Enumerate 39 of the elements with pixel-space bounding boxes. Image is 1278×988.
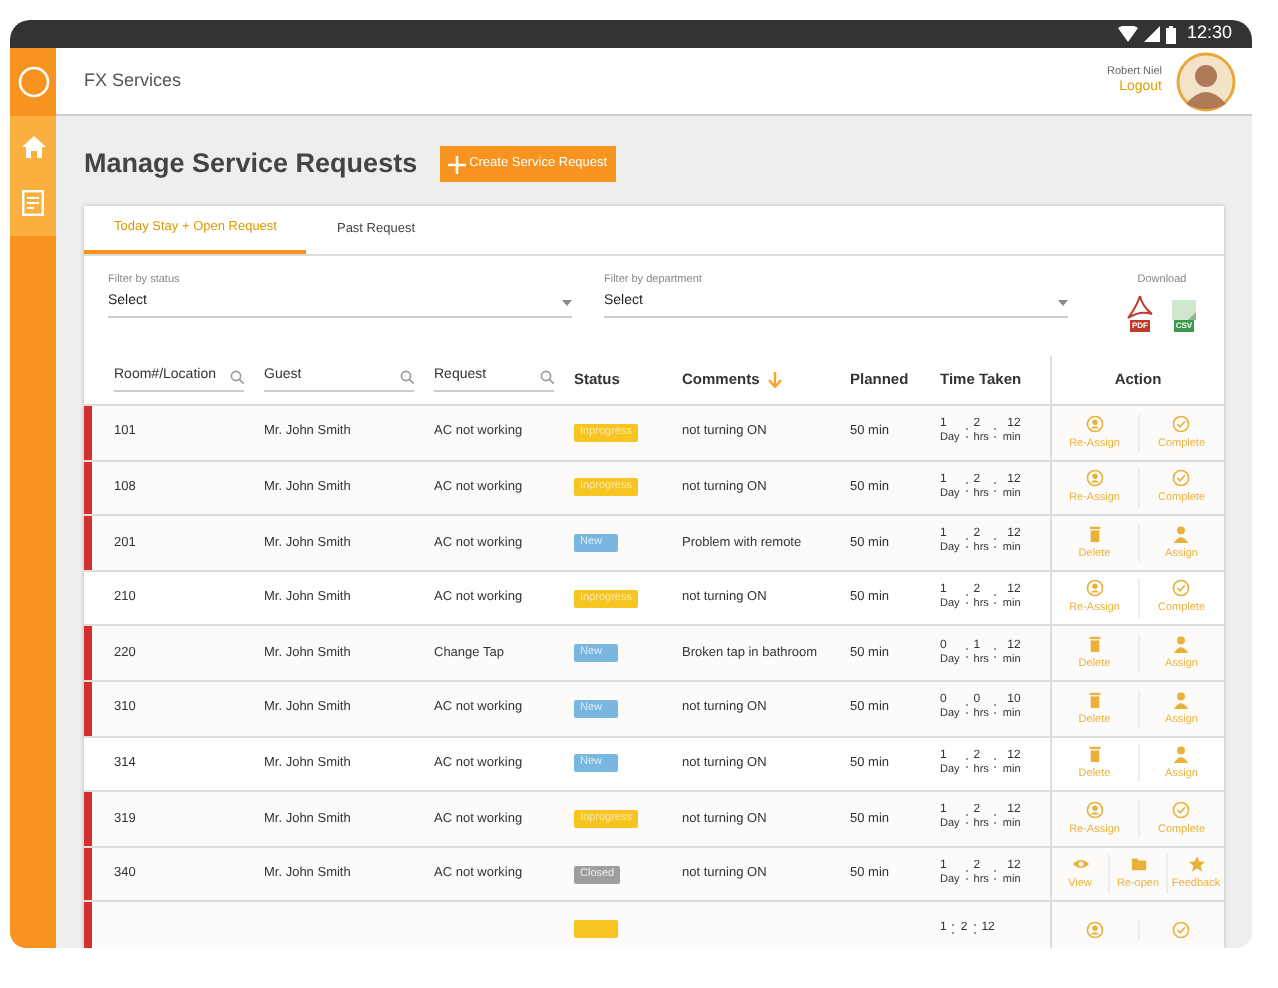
complete-icon [1172, 578, 1191, 599]
assign-icon [1172, 744, 1191, 765]
reassign-icon [1085, 413, 1104, 434]
complete-icon [1172, 919, 1191, 940]
avatar[interactable] [1176, 51, 1236, 111]
reassign-icon [1085, 578, 1104, 599]
search-icon [400, 369, 414, 383]
reassign-icon [1085, 799, 1104, 820]
reassign-icon [1085, 468, 1104, 489]
reassign-icon [1085, 919, 1104, 940]
delete-icon [1085, 523, 1104, 544]
battery-icon [1166, 25, 1177, 43]
signal-icon [1144, 26, 1161, 42]
assign-icon [1172, 523, 1191, 544]
complete-icon [1172, 468, 1191, 489]
app-name: FX Services [84, 67, 182, 94]
pdf-icon [1126, 296, 1154, 321]
sort-arrow-icon[interactable] [767, 372, 782, 388]
clock-time: 12:30 [1186, 20, 1232, 47]
circle-icon[interactable] [17, 66, 49, 98]
sheet-icon [1170, 296, 1198, 321]
wifi-icon [1118, 26, 1139, 42]
delete-icon [1085, 689, 1104, 710]
delete-icon [1085, 634, 1104, 655]
search-icon [540, 369, 554, 383]
document-icon[interactable] [22, 190, 44, 216]
home-icon[interactable] [21, 136, 45, 158]
caret-icon [562, 299, 572, 305]
page-title: Manage Service Requests [84, 145, 418, 182]
feedback-icon [1187, 854, 1205, 875]
plus-icon [447, 155, 466, 173]
assign-icon [1172, 634, 1191, 655]
complete-icon [1172, 799, 1191, 820]
complete-icon [1172, 413, 1191, 434]
reopen-icon [1129, 854, 1147, 875]
search-icon [230, 369, 244, 383]
assign-icon [1172, 689, 1191, 710]
delete-icon [1085, 744, 1104, 765]
caret-icon [1058, 299, 1068, 305]
